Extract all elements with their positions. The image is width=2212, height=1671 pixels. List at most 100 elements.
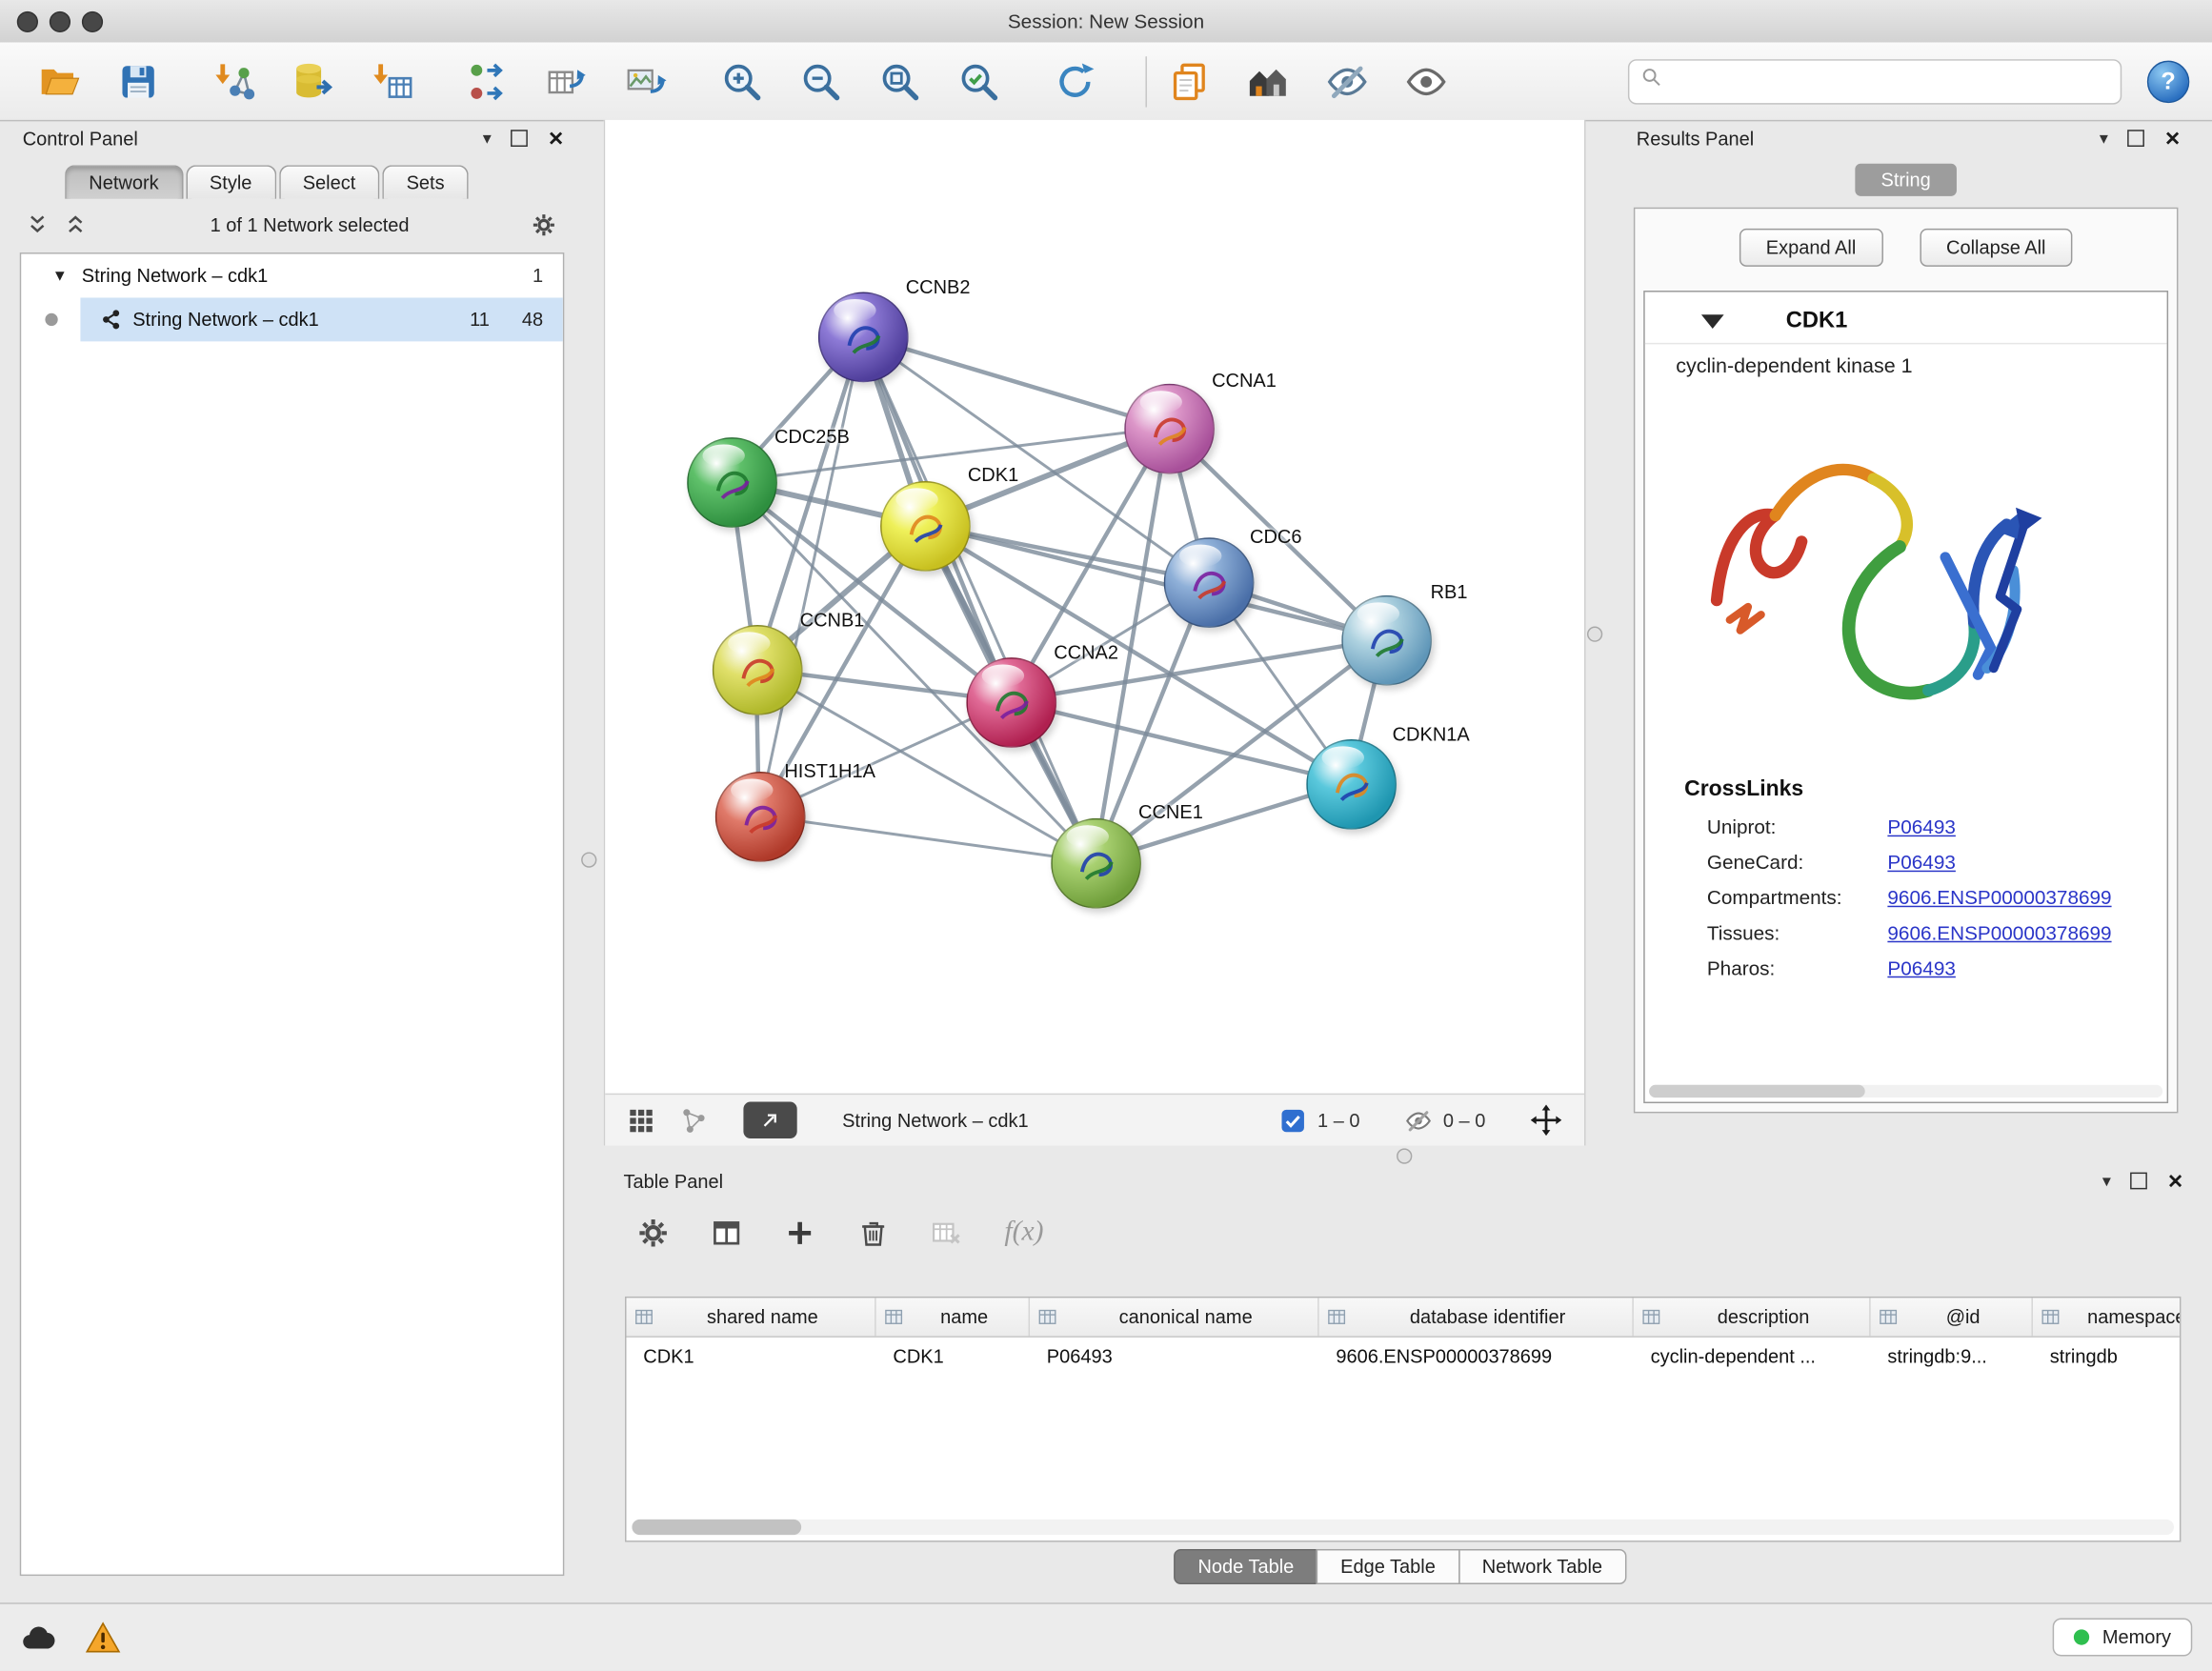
network-options-button[interactable]	[532, 212, 555, 236]
search-input[interactable]	[1672, 69, 2109, 94]
tab-network[interactable]: Network	[65, 165, 183, 199]
search-box[interactable]	[1628, 58, 2122, 103]
table-arrow-button[interactable]	[542, 53, 593, 110]
network-overview-button[interactable]	[680, 1107, 707, 1134]
expand-all-button[interactable]: Expand All	[1739, 229, 1883, 267]
tab-string[interactable]: String	[1856, 164, 1957, 196]
tab-network-table[interactable]: Network Table	[1458, 1549, 1627, 1584]
warnings-button[interactable]	[85, 1619, 122, 1656]
help-button[interactable]: ?	[2147, 60, 2189, 102]
cloud-status-button[interactable]	[20, 1619, 57, 1656]
save-button[interactable]	[112, 53, 163, 110]
grid-view-button[interactable]	[628, 1107, 654, 1134]
zoom-in-button[interactable]	[716, 53, 767, 110]
column-header-canonical-name[interactable]: canonical name	[1030, 1298, 1319, 1336]
column-header--id[interactable]: @id	[1871, 1298, 2033, 1336]
section-scrollbar[interactable]	[1649, 1085, 2162, 1097]
function-builder-button[interactable]: f(x)	[1004, 1217, 1043, 1249]
node-CCNB1[interactable]	[713, 625, 803, 715]
right-splitter-handle[interactable]	[1587, 627, 1602, 642]
bottom-splitter-handle[interactable]	[1397, 1148, 1412, 1163]
network-canvas[interactable]: CCNB2CCNA1CDC25BCDK1CDC6RB1CCNB1CCNA2CDK…	[605, 120, 1584, 1094]
download-table-button[interactable]	[367, 53, 417, 110]
tab-select[interactable]: Select	[279, 165, 380, 199]
node-CCNA2[interactable]	[966, 657, 1056, 748]
node-CCNA1[interactable]	[1124, 384, 1215, 474]
panel-close-icon[interactable]: ✕	[2164, 127, 2181, 151]
column-header-name[interactable]: name	[876, 1298, 1030, 1336]
edge-line[interactable]	[759, 335, 862, 815]
node-CDKN1A[interactable]	[1306, 739, 1397, 830]
node-CDC6[interactable]	[1164, 537, 1255, 628]
open-in-new-window-button[interactable]	[743, 1102, 796, 1139]
zoom-window-button[interactable]	[82, 11, 103, 32]
network-row[interactable]: String Network – cdk1 11 48	[21, 297, 563, 341]
crosslink-link[interactable]: 9606.ENSP00000378699	[1887, 886, 2111, 909]
crosslink-link[interactable]: P06493	[1887, 956, 1955, 979]
column-header-namespace[interactable]: namespace	[2033, 1298, 2181, 1336]
node-CCNB2[interactable]	[818, 292, 909, 383]
tab-edge-table[interactable]: Edge Table	[1317, 1549, 1459, 1584]
zoom-fit-button[interactable]	[875, 53, 925, 110]
column-header-description[interactable]: description	[1634, 1298, 1871, 1336]
zoom-out-button[interactable]	[795, 53, 846, 110]
database-download-button[interactable]	[288, 53, 338, 110]
table-settings-button[interactable]	[637, 1217, 669, 1248]
edge-line[interactable]	[862, 335, 1168, 427]
show-columns-button[interactable]	[711, 1217, 742, 1248]
tab-sets[interactable]: Sets	[382, 165, 468, 199]
edge-line[interactable]	[1010, 701, 1350, 783]
node-CDK1[interactable]	[880, 481, 971, 572]
image-arrow-button[interactable]	[621, 53, 672, 110]
panel-float-icon[interactable]	[2128, 130, 2145, 147]
minimize-window-button[interactable]	[50, 11, 70, 32]
eye-button[interactable]	[1401, 53, 1452, 110]
share-arrows-button[interactable]	[463, 53, 513, 110]
left-splitter-handle[interactable]	[581, 852, 596, 867]
column-header-shared-name[interactable]: shared name	[627, 1298, 876, 1336]
refresh-button[interactable]	[1050, 53, 1100, 110]
disclosure-triangle-icon[interactable]: ▼	[52, 268, 68, 285]
node-RB1[interactable]	[1341, 595, 1432, 686]
hidden-eye-slash-icon[interactable]	[1405, 1107, 1432, 1134]
crosslink-link[interactable]: P06493	[1887, 851, 1955, 874]
panel-menu-icon[interactable]: ▾	[483, 129, 492, 149]
selected-checkbox-icon[interactable]	[1279, 1107, 1306, 1134]
table-row[interactable]: CDK1CDK1P064939606.ENSP00000378699cyclin…	[627, 1338, 2180, 1375]
panel-float-icon[interactable]	[511, 130, 528, 147]
create-column-button[interactable]	[784, 1217, 815, 1248]
network-collection-row[interactable]: ▼ String Network – cdk1 1	[21, 254, 563, 298]
panel-float-icon[interactable]	[2131, 1173, 2148, 1190]
network-row-selected[interactable]: String Network – cdk1 11 48	[80, 297, 562, 341]
panel-menu-icon[interactable]: ▾	[2100, 129, 2108, 149]
move-crosshair-icon[interactable]	[1531, 1105, 1562, 1137]
delete-column-button[interactable]	[857, 1217, 889, 1248]
edge-line[interactable]	[862, 335, 1095, 861]
eye-slash-button[interactable]	[1322, 53, 1373, 110]
expand-all-button[interactable]	[64, 212, 88, 236]
memory-button[interactable]: Memory	[2053, 1619, 2192, 1657]
open-folder-button[interactable]	[34, 53, 85, 110]
tab-node-table[interactable]: Node Table	[1174, 1549, 1317, 1584]
close-window-button[interactable]	[17, 11, 38, 32]
houses-button[interactable]	[1243, 53, 1294, 110]
edge-line[interactable]	[759, 815, 1095, 862]
panel-menu-icon[interactable]: ▾	[2102, 1171, 2111, 1191]
crosslink-link[interactable]: P06493	[1887, 815, 1955, 838]
node-CCNE1[interactable]	[1051, 818, 1141, 909]
tab-style[interactable]: Style	[186, 165, 276, 199]
documents-button[interactable]	[1164, 53, 1215, 110]
node-CDC25B[interactable]	[687, 437, 777, 528]
download-network-button[interactable]	[209, 53, 259, 110]
collapse-section-icon[interactable]	[1701, 314, 1724, 329]
crosslink-link[interactable]: 9606.ENSP00000378699	[1887, 921, 2111, 944]
scrollbar-thumb[interactable]	[632, 1520, 801, 1535]
panel-close-icon[interactable]: ✕	[2167, 1169, 2183, 1193]
collapse-all-button[interactable]: Collapse All	[1920, 229, 2073, 267]
table-hscrollbar[interactable]	[632, 1520, 2174, 1535]
node-HIST1H1A[interactable]	[715, 772, 806, 862]
collapse-all-button[interactable]	[26, 212, 50, 236]
zoom-selected-button[interactable]	[954, 53, 1004, 110]
panel-close-icon[interactable]: ✕	[548, 127, 564, 151]
column-header-database-identifier[interactable]: database identifier	[1319, 1298, 1634, 1336]
